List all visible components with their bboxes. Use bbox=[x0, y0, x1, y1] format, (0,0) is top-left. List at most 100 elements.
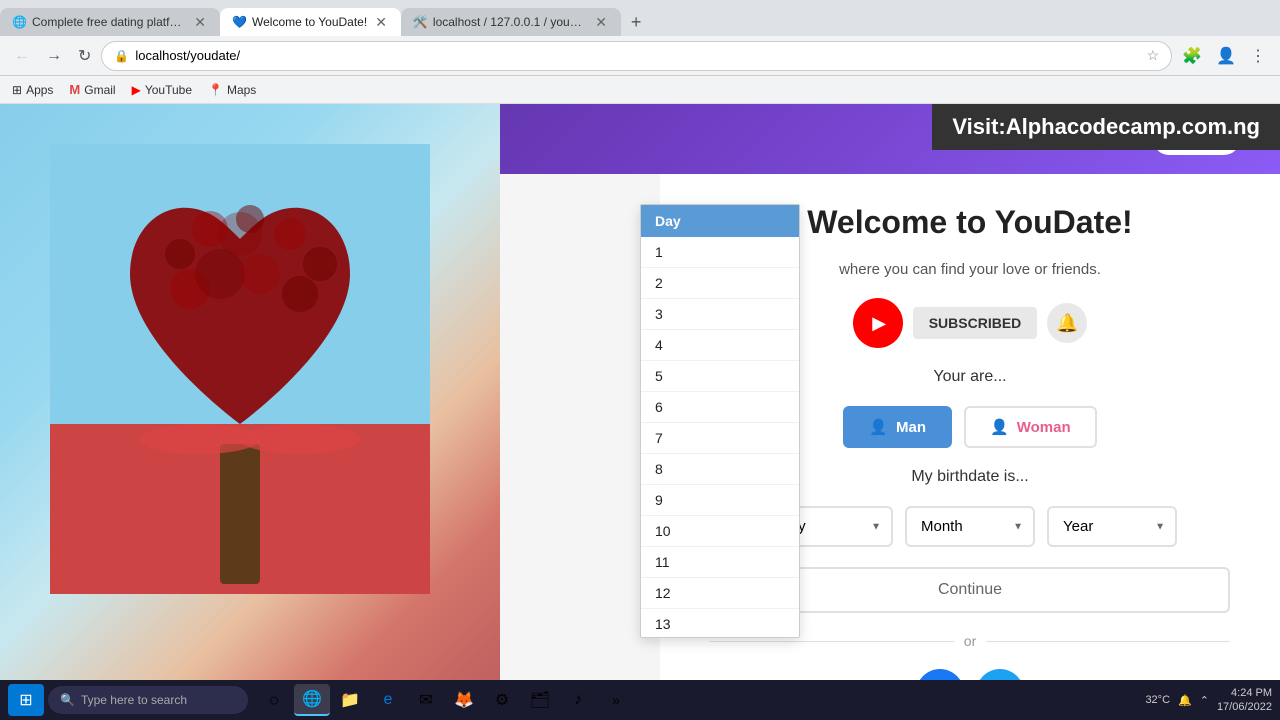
tab-3-title: localhost / 127.0.0.1 / youdate... bbox=[433, 15, 587, 29]
tab-bar: 🌐 Complete free dating platform 5 ✕ 💙 We… bbox=[0, 0, 1280, 36]
back-button[interactable]: ← bbox=[8, 43, 36, 69]
dropdown-item[interactable]: 10 bbox=[641, 516, 799, 547]
month-select-wrapper: Month JanuaryFebruaryMarch AprilMayJune … bbox=[905, 506, 1035, 547]
gmail-icon: M bbox=[69, 82, 80, 97]
visit-banner: Visit:Alphacodecamp.com.ng bbox=[932, 104, 1280, 150]
start-icon: ⊞ bbox=[19, 690, 32, 710]
apps-label: Apps bbox=[26, 83, 53, 97]
tab-1-favicon: 🌐 bbox=[12, 15, 26, 29]
social-buttons: f 🐦 bbox=[916, 669, 1024, 680]
taskbar-firefox-icon[interactable]: 🦊 bbox=[446, 684, 482, 716]
dropdown-item[interactable]: 6 bbox=[641, 392, 799, 423]
tab-2-title: Welcome to YouDate! bbox=[252, 15, 367, 29]
subscribed-badge: SUBSCRIBED bbox=[913, 307, 1038, 339]
forward-button[interactable]: → bbox=[40, 43, 68, 69]
start-button[interactable]: ⊞ bbox=[8, 684, 44, 716]
nav-bar: ← → ↻ 🔒 ☆ 🧩 👤 ⋮ bbox=[0, 36, 1280, 76]
taskbar-temp: 32°C bbox=[1145, 694, 1170, 706]
birthdate-label: My birthdate is... bbox=[911, 468, 1028, 486]
tab-3-close[interactable]: ✕ bbox=[593, 12, 609, 33]
woman-button[interactable]: 👤 Woman bbox=[964, 406, 1097, 448]
taskbar-music-icon[interactable]: ♪ bbox=[560, 684, 596, 716]
tab-1[interactable]: 🌐 Complete free dating platform 5 ✕ bbox=[0, 8, 220, 36]
welcome-subtitle: where you can find your love or friends. bbox=[839, 261, 1101, 278]
youtube-subscribe-icon bbox=[853, 298, 903, 348]
profile-button[interactable]: 👤 bbox=[1210, 42, 1242, 70]
facebook-button[interactable]: f bbox=[916, 669, 964, 680]
taskbar-chrome-icon[interactable]: ⚙ bbox=[484, 684, 520, 716]
man-button[interactable]: 👤 Man bbox=[843, 406, 952, 448]
woman-icon: 👤 bbox=[990, 418, 1009, 436]
address-input[interactable] bbox=[135, 48, 1140, 63]
twitter-button[interactable]: 🐦 bbox=[976, 669, 1024, 680]
taskbar-explorer-icon[interactable]: 📁 bbox=[332, 684, 368, 716]
tab-3-favicon: 🛠️ bbox=[413, 15, 427, 29]
tab-3[interactable]: 🛠️ localhost / 127.0.0.1 / youdate... ✕ bbox=[401, 8, 621, 36]
taskbar-right: 32°C 🔔 ⌃ 4:24 PM 17/06/2022 bbox=[1145, 686, 1272, 715]
dropdown-item[interactable]: 7 bbox=[641, 423, 799, 454]
new-tab-button[interactable]: + bbox=[625, 8, 648, 36]
dropdown-list: 1234567891011121314151617181920212223242… bbox=[641, 237, 799, 637]
tab-2-close[interactable]: ✕ bbox=[373, 12, 389, 33]
tab-1-title: Complete free dating platform 5 bbox=[32, 15, 186, 29]
taskbar-extra-icon[interactable]: 🗂 bbox=[522, 684, 558, 716]
taskbar-time-display: 4:24 PM bbox=[1217, 686, 1272, 700]
subscribe-bar: SUBSCRIBED 🔔 bbox=[853, 298, 1088, 348]
taskbar-date-display: 17/06/2022 bbox=[1217, 700, 1272, 714]
taskbar-cortana-icon[interactable]: ○ bbox=[256, 684, 292, 716]
search-icon: 🔍 bbox=[60, 693, 75, 707]
dropdown-item[interactable]: 4 bbox=[641, 330, 799, 361]
page-content: Visit:Alphacodecamp.com.ng YouDate Have … bbox=[0, 104, 1280, 680]
dropdown-item[interactable]: 12 bbox=[641, 578, 799, 609]
hero-image bbox=[0, 104, 500, 680]
taskbar-edge-icon[interactable]: e bbox=[370, 684, 406, 716]
nav-actions: 🧩 👤 ⋮ bbox=[1176, 42, 1272, 70]
taskbar-icons: ○ 🌐 📁 e ✉ 🦊 ⚙ 🗂 ♪ » bbox=[256, 684, 634, 716]
dropdown-item[interactable]: 13 bbox=[641, 609, 799, 637]
youtube-label: YouTube bbox=[145, 83, 192, 97]
website: Visit:Alphacodecamp.com.ng YouDate Have … bbox=[0, 104, 1280, 680]
bookmark-star-icon[interactable]: ☆ bbox=[1147, 47, 1160, 64]
extensions-button[interactable]: 🧩 bbox=[1176, 42, 1208, 70]
taskbar-datetime: 4:24 PM 17/06/2022 bbox=[1217, 686, 1272, 715]
dropdown-item[interactable]: 2 bbox=[641, 268, 799, 299]
dropdown-item[interactable]: 3 bbox=[641, 299, 799, 330]
bookmark-apps[interactable]: ⊞ Apps bbox=[8, 81, 57, 99]
dropdown-item[interactable]: 5 bbox=[641, 361, 799, 392]
year-select[interactable]: Year 2005200420032002 2001200019991998 1… bbox=[1047, 506, 1177, 547]
or-label: or bbox=[964, 633, 976, 649]
gender-buttons: 👤 Man 👤 Woman bbox=[843, 406, 1096, 448]
taskbar-browser-icon[interactable]: 🌐 bbox=[294, 684, 330, 716]
maps-icon: 📍 bbox=[208, 83, 223, 97]
dropdown-item[interactable]: 11 bbox=[641, 547, 799, 578]
dropdown-item[interactable]: 8 bbox=[641, 454, 799, 485]
bookmark-maps[interactable]: 📍 Maps bbox=[204, 81, 260, 99]
woman-label: Woman bbox=[1017, 419, 1071, 436]
lock-icon: 🔒 bbox=[114, 49, 129, 63]
day-dropdown: Day 123456789101112131415161718192021222… bbox=[640, 204, 800, 638]
taskbar: ⊞ 🔍 Type here to search ○ 🌐 📁 e ✉ 🦊 ⚙ 🗂 … bbox=[0, 680, 1280, 720]
taskbar-mail-icon[interactable]: ✉ bbox=[408, 684, 444, 716]
apps-icon: ⊞ bbox=[12, 83, 22, 97]
bookmark-youtube[interactable]: ▶ YouTube bbox=[128, 81, 196, 99]
gmail-label: Gmail bbox=[84, 83, 115, 97]
month-select[interactable]: Month JanuaryFebruaryMarch AprilMayJune … bbox=[905, 506, 1035, 547]
bookmark-gmail[interactable]: M Gmail bbox=[65, 80, 119, 99]
menu-button[interactable]: ⋮ bbox=[1244, 42, 1272, 70]
tab-1-close[interactable]: ✕ bbox=[192, 12, 208, 33]
taskbar-search-bar[interactable]: 🔍 Type here to search bbox=[48, 686, 248, 714]
reload-button[interactable]: ↻ bbox=[72, 42, 97, 70]
notification-bell-button[interactable]: 🔔 bbox=[1047, 303, 1087, 343]
man-icon: 👤 bbox=[869, 418, 888, 436]
taskbar-notifications-icon: 🔔 bbox=[1178, 694, 1192, 707]
tab-2[interactable]: 💙 Welcome to YouDate! ✕ bbox=[220, 8, 401, 36]
bookmarks-bar: ⊞ Apps M Gmail ▶ YouTube 📍 Maps bbox=[0, 76, 1280, 104]
taskbar-up-arrow-icon: ⌃ bbox=[1200, 694, 1209, 707]
man-label: Man bbox=[896, 419, 926, 436]
dropdown-header: Day bbox=[641, 205, 799, 237]
dropdown-item[interactable]: 1 bbox=[641, 237, 799, 268]
year-select-wrapper: Year 2005200420032002 2001200019991998 1… bbox=[1047, 506, 1177, 547]
search-placeholder: Type here to search bbox=[81, 693, 187, 707]
dropdown-item[interactable]: 9 bbox=[641, 485, 799, 516]
taskbar-more-icon[interactable]: » bbox=[598, 684, 634, 716]
